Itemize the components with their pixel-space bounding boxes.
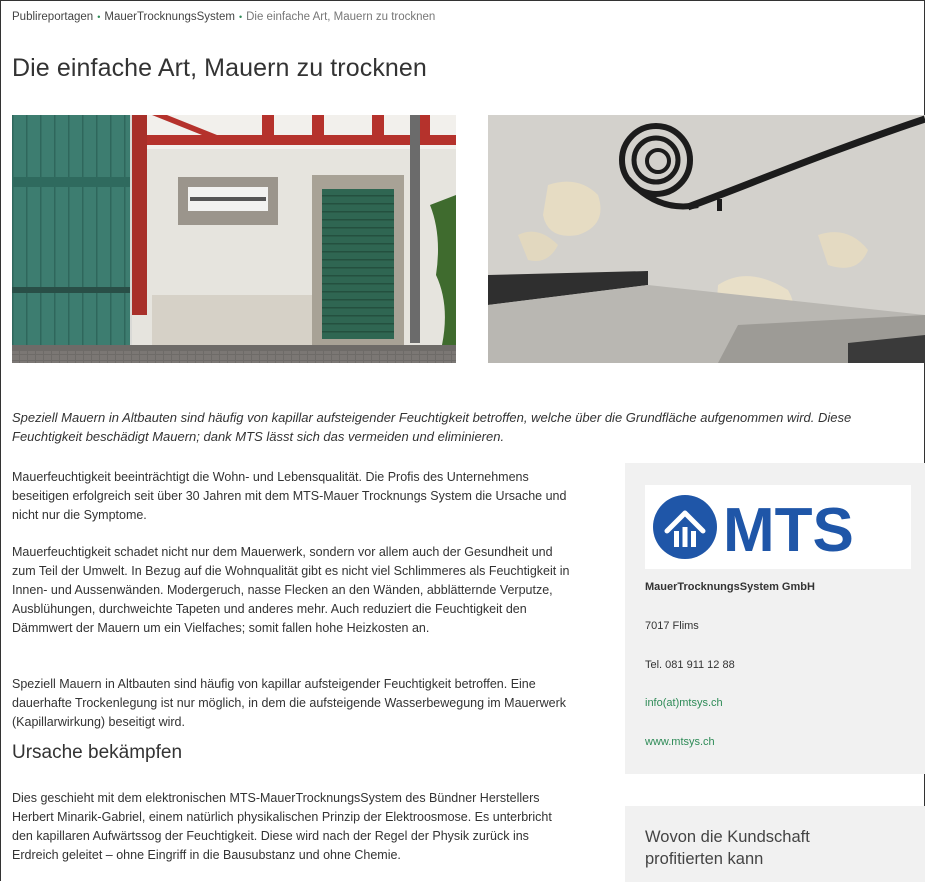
section-heading: Ursache bekämpfen (12, 742, 183, 763)
benefits-card: Wovon die Kundschaft profitierten kann (625, 806, 925, 882)
page-title: Die einfache Art, Mauern zu trocknen (12, 54, 427, 82)
article-lead: Speziell Mauern in Altbauten sind häufig… (12, 410, 852, 444)
breadcrumb-current: Die einfache Art, Mauern zu trocknen (246, 11, 436, 23)
breadcrumb-link-mts[interactable]: MauerTrocknungsSystem (104, 11, 235, 23)
benefits-card-title: Wovon die Kundschaft profitierten kann (645, 828, 810, 868)
article-paragraph-4: Dies geschieht mit dem elektronischen MT… (12, 791, 552, 862)
article-paragraph-1: Mauerfeuchtigkeit beeinträchtigt die Woh… (12, 470, 567, 522)
company-name: MauerTrocknungsSystem GmbH (645, 581, 815, 593)
company-contact-card: MTS MauerTrocknungsSystem GmbH 7017 Flim… (625, 463, 925, 774)
breadcrumb-separator: • (238, 12, 243, 22)
article-paragraph-3: Speziell Mauern in Altbauten sind häufig… (12, 677, 567, 729)
breadcrumb: Publireportagen • MauerTrocknungsSystem • Di… (12, 11, 435, 23)
breadcrumb-link-publireportagen[interactable]: Publireportagen (12, 11, 93, 23)
logo-wordmark: MTS (723, 496, 854, 565)
company-email-link[interactable]: info(at)mtsys.ch (645, 697, 723, 709)
article-paragraph-2: Mauerfeuchtigkeit schadet nicht nur dem … (12, 545, 570, 635)
company-city: 7017 Flims (645, 620, 699, 632)
breadcrumb-separator: • (97, 12, 101, 22)
company-website-link[interactable]: www.mtsys.ch (645, 736, 715, 748)
mts-logo: MTS (645, 485, 911, 569)
house-facade-photo (12, 115, 456, 363)
company-phone: Tel. 081 911 12 88 (645, 659, 735, 671)
stair-railing-photo (488, 115, 925, 363)
